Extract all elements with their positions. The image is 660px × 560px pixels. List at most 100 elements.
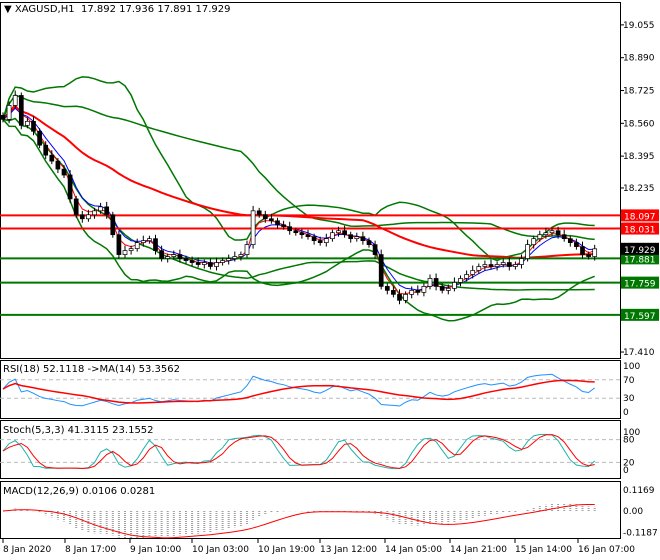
chart-header: ▼ XAGUSD,H1 17.892 17.936 17.891 17.929 (4, 4, 231, 15)
candle (470, 270, 476, 275)
candle (31, 120, 36, 132)
candle (342, 230, 347, 236)
candle (305, 234, 311, 238)
candle (238, 254, 244, 257)
candle (476, 266, 482, 271)
candle (37, 130, 42, 146)
candle (561, 234, 567, 240)
candle (165, 256, 171, 259)
time-label: 14 Jan 21:00 (450, 545, 507, 555)
slow-ma (2, 105, 595, 259)
candle (409, 290, 415, 295)
candle (256, 210, 262, 216)
candle (336, 230, 341, 234)
time-label: 10 Jan 19:00 (258, 545, 315, 555)
candle (232, 256, 238, 259)
envelope-upper (2, 94, 595, 241)
level-price-label: 17.759 (624, 280, 656, 290)
candle (159, 250, 164, 259)
candle (92, 210, 97, 216)
chart-canvas[interactable]: 19.055 18.890 18.725 18.560 18.395 18.235 17.4… (0, 0, 660, 560)
price-tick-label: 18.725 (623, 87, 655, 97)
candle (262, 214, 268, 220)
macd-label: MACD(12,26,9) 0.0106 0.0281 (3, 486, 156, 497)
main-panel (0, 2, 621, 359)
low-value: 17.891 (157, 4, 193, 15)
candle (140, 240, 146, 243)
candle (330, 232, 335, 240)
rsi-axis-label: 100 (623, 362, 640, 372)
candle (220, 260, 225, 263)
stoch-axis-label: 80 (623, 436, 635, 446)
time-label: 16 Jan 07:00 (578, 545, 635, 555)
candle (226, 258, 232, 261)
candle (208, 262, 213, 267)
level-price-label: 18.097 (624, 212, 656, 222)
time-label: 13 Jan 12:00 (320, 545, 377, 555)
candle (12, 95, 18, 106)
candle (317, 240, 323, 243)
candle (574, 242, 579, 247)
time-label: 8 Jan 17:00 (65, 545, 117, 555)
time-label: 14 Jan 05:00 (385, 545, 442, 555)
candle (415, 290, 421, 293)
time-label: 15 Jan 14:00 (515, 545, 572, 555)
candle (397, 294, 402, 301)
candle (458, 278, 463, 283)
macd-signal-line (2, 503, 595, 539)
candle (275, 220, 280, 226)
candle (55, 160, 61, 170)
candle (494, 264, 500, 267)
level-price-label: 17.881 (624, 255, 656, 265)
rsi-axis-label: 0 (623, 408, 629, 418)
candle (549, 230, 555, 234)
open-value: 17.892 (80, 4, 116, 15)
candle (110, 214, 116, 236)
rsi-label: RSI(18) 52.1118 ->MA(14) 53.3562 (3, 364, 180, 375)
high-value: 17.936 (119, 4, 155, 15)
candle (134, 242, 140, 249)
price-tick-label: 18.560 (623, 119, 655, 129)
candle (513, 264, 518, 267)
candle (452, 282, 457, 289)
candle (323, 238, 329, 243)
candle (25, 120, 30, 126)
candle (171, 254, 177, 257)
candle (299, 232, 305, 236)
candle (427, 278, 433, 287)
time-label: 10 Jan 03:00 (192, 545, 249, 555)
candle (250, 210, 256, 245)
time-label: 8 Jan 2020 (3, 545, 51, 555)
dropdown-triangle-icon[interactable]: ▼ (4, 4, 12, 15)
candle (177, 254, 183, 259)
symbol-timeframe: XAGUSD,H1 (14, 4, 75, 15)
price-tick-label: 19.055 (623, 21, 655, 31)
candle (519, 258, 524, 265)
candle (0, 115, 6, 120)
candle (543, 232, 549, 236)
time-label: 9 Jan 10:00 (130, 545, 182, 555)
candle (580, 246, 585, 255)
price-tick-label: 18.395 (623, 152, 655, 162)
current-price-label: 17.929 (624, 246, 656, 256)
candle (214, 262, 219, 267)
bollinger-upper (2, 76, 595, 262)
price-tick-label: 18.235 (623, 184, 655, 194)
price-tick-label: 17.410 (623, 348, 655, 358)
candle (567, 238, 573, 243)
candle (67, 174, 73, 200)
macd-axis-label: 0.1169 (623, 486, 655, 496)
rsi-line (2, 373, 596, 407)
candle (592, 248, 598, 257)
candle (366, 240, 372, 245)
stoch-axis-label: 0 (623, 466, 629, 476)
candle (281, 224, 286, 228)
candle (98, 206, 103, 212)
candle (586, 254, 591, 257)
candle (287, 226, 293, 232)
candle (183, 258, 189, 261)
candle (372, 244, 378, 255)
candle (531, 238, 537, 245)
candle (128, 248, 134, 251)
rsi-ma-line (2, 379, 595, 404)
